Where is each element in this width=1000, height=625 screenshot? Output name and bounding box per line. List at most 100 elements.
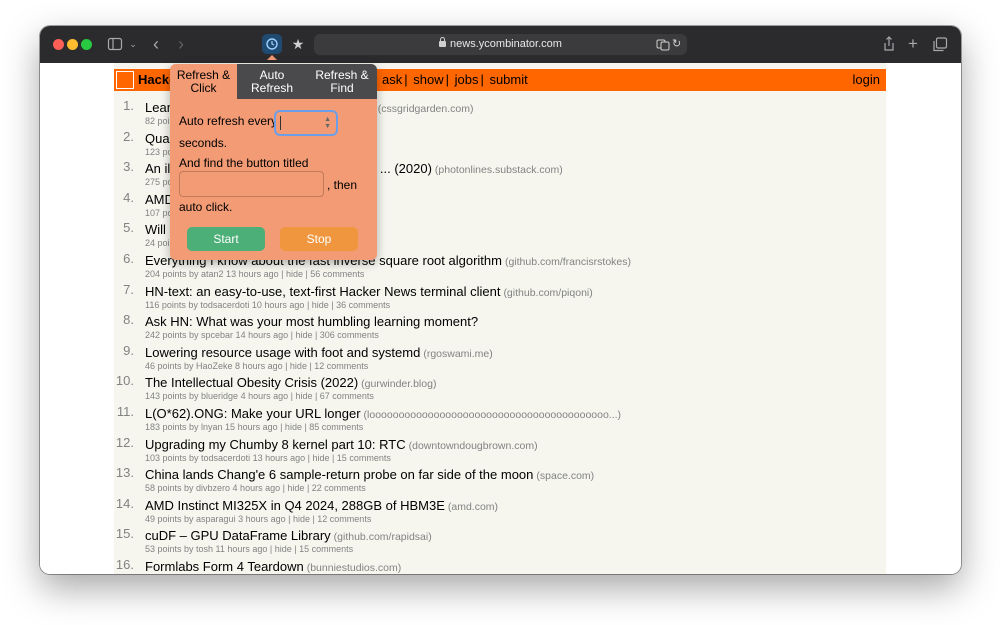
text-caret xyxy=(280,116,281,130)
story-site[interactable]: (photonlines.substack.com) xyxy=(435,164,563,176)
story-title-link[interactable]: L(O*62).ONG: Make your URL longer xyxy=(145,406,361,421)
popup-tabs: Refresh & Click Auto Refresh Refresh & F… xyxy=(170,64,377,99)
story-site[interactable]: (cssgridgarden.com) xyxy=(378,103,474,115)
story-title-line: HN-text: an easy-to-use, text-first Hack… xyxy=(145,284,593,301)
story-site[interactable]: (loooooooooooooooooooooooooooooooooooooo… xyxy=(364,409,622,421)
story-rank: 9. xyxy=(123,342,134,358)
story-title-line: Upgrading my Chumby 8 kernel part 10: RT… xyxy=(145,437,538,454)
story-title-link[interactable]: Ask HN: What was your most humbling lear… xyxy=(145,314,478,329)
story-rank: 11. xyxy=(116,404,134,419)
story-title-link[interactable]: cuDF – GPU DataFrame Library xyxy=(145,528,331,543)
story-rank: 8. xyxy=(123,312,134,328)
nav-jobs[interactable]: jobs xyxy=(455,72,479,87)
story-rank: 12. xyxy=(115,434,134,450)
story-title-link[interactable]: Formlabs Form 4 Teardown xyxy=(145,559,304,574)
translate-icon[interactable] xyxy=(656,34,670,63)
story-site[interactable]: (bunniestudios.com) xyxy=(307,562,402,574)
tab-refresh-find[interactable]: Refresh & Find xyxy=(307,64,377,99)
zoom-window-button[interactable] xyxy=(81,39,92,50)
chevron-down-icon[interactable]: ⌄ xyxy=(128,35,138,53)
tab-auto-refresh[interactable]: Auto Refresh xyxy=(237,64,307,99)
button-title-input[interactable] xyxy=(179,171,324,197)
story-title-line: cuDF – GPU DataFrame Library (github.com/… xyxy=(145,528,432,545)
address-bar[interactable]: news.ycombinator.com ↻ xyxy=(314,34,687,55)
story-title-link[interactable]: Lowering resource usage with foot and sy… xyxy=(145,345,420,360)
hn-nav: ask | show | jobs | submit xyxy=(382,72,528,87)
story-subtext[interactable]: 103 points by todsacerdoti 13 hours ago … xyxy=(145,453,391,464)
story-site[interactable]: (github.com/francisrstokes) xyxy=(505,256,631,268)
story-site[interactable]: (rgoswami.me) xyxy=(423,348,492,360)
story-site[interactable]: (space.com) xyxy=(536,470,594,482)
web-page: Hacker News ask| show| jobs| submit logi… xyxy=(40,63,961,574)
auto-click-label: auto click. xyxy=(179,200,233,214)
story-site[interactable]: (gurwinder.blog) xyxy=(361,378,436,390)
story-title-link[interactable]: HN-text: an easy-to-use, text-first Hack… xyxy=(145,284,500,299)
story-title-line: AMD Instinct MI325X in Q4 2024, 288GB of… xyxy=(145,498,498,515)
forward-icon[interactable]: › xyxy=(174,35,188,53)
share-icon[interactable] xyxy=(882,35,896,53)
story-row: 10. The Intellectual Obesity Crisis (2022… xyxy=(114,373,886,405)
story-rank: 3. xyxy=(123,159,134,175)
story-title-link[interactable]: China lands Chang'e 6 sample-return prob… xyxy=(145,467,533,482)
story-rank: 2. xyxy=(123,128,134,144)
star-icon[interactable]: ★ xyxy=(291,35,305,53)
story-subtext[interactable]: 49 points by asparagui 3 hours ago | hid… xyxy=(145,514,371,525)
nav-submit[interactable]: submit xyxy=(489,72,527,87)
story-subtext[interactable]: 143 points by blueridge 4 hours ago | hi… xyxy=(145,391,374,402)
hn-logo[interactable] xyxy=(116,71,134,89)
story-subtext[interactable]: 204 points by atan2 13 hours ago | hide … xyxy=(145,269,364,280)
story-title-line: Ask HN: What was your most humbling lear… xyxy=(145,314,481,331)
tab-refresh-click[interactable]: Refresh & Click xyxy=(170,64,237,99)
nav-ask[interactable]: ask xyxy=(382,72,402,87)
story-subtext[interactable]: 58 points by divbzero 4 hours ago | hide… xyxy=(145,483,366,494)
story-row: 11. L(O*62).ONG: Make your URL longer (loo… xyxy=(114,404,886,436)
seconds-label: seconds. xyxy=(179,136,228,150)
extension-icon[interactable] xyxy=(262,34,282,60)
nav-show[interactable]: show xyxy=(413,72,443,87)
story-rank: 5. xyxy=(123,220,134,236)
story-title-line: Formlabs Form 4 Teardown (bunniestudios.c… xyxy=(145,559,401,574)
story-row: 14. AMD Instinct MI325X in Q4 2024, 288GB… xyxy=(114,495,886,528)
then-label: , then xyxy=(327,178,358,192)
sidebar-icon[interactable] xyxy=(107,35,123,53)
story-rank: 4. xyxy=(123,189,134,205)
refresh-interval-input[interactable]: ▲ ▼ xyxy=(274,110,338,136)
login-link[interactable]: login xyxy=(853,72,880,88)
story-subtext[interactable]: 242 points by spcebar 14 hours ago | hid… xyxy=(145,330,379,341)
lock-icon xyxy=(439,37,447,47)
new-tab-icon[interactable]: + xyxy=(906,35,920,53)
story-rank: 7. xyxy=(123,281,134,297)
story-title-link[interactable]: The Intellectual Obesity Crisis (2022) xyxy=(145,375,358,390)
story-title-line: The Intellectual Obesity Crisis (2022) (g… xyxy=(145,375,436,392)
url-text: news.ycombinator.com xyxy=(450,38,562,50)
story-row: 16. Formlabs Form 4 Teardown (bunniestudio… xyxy=(114,557,886,574)
find-button-label: And find the button titled xyxy=(179,156,309,170)
story-subtext[interactable]: 183 points by lnyan 15 hours ago | hide … xyxy=(145,422,363,433)
story-title-link[interactable]: Upgrading my Chumby 8 kernel part 10: RT… xyxy=(145,437,406,452)
story-rank: 1. xyxy=(123,98,134,113)
story-title-link[interactable]: AMD Instinct MI325X in Q4 2024, 288GB of… xyxy=(145,498,445,513)
stepper-arrows-icon[interactable]: ▲ ▼ xyxy=(324,116,331,130)
story-subtext[interactable]: 53 points by tosh 11 hours ago | hide | … xyxy=(145,544,353,555)
story-subtext[interactable]: 116 points by todsacerdoti 10 hours ago … xyxy=(145,300,390,311)
minimize-window-button[interactable] xyxy=(67,39,78,50)
story-rank: 14. xyxy=(115,495,134,511)
story-row: 12. Upgrading my Chumby 8 kernel part 10:… xyxy=(114,434,886,467)
auto-refresh-popup: Refresh & Click Auto Refresh Refresh & F… xyxy=(170,64,377,260)
story-rank: 16. xyxy=(115,557,134,572)
story-site[interactable]: (github.com/rapidsai) xyxy=(334,531,432,543)
story-rank: 15. xyxy=(115,526,134,542)
tabs-overview-icon[interactable] xyxy=(932,35,948,53)
story-site[interactable]: (github.com/piqoni) xyxy=(503,287,592,299)
browser-window: ⌄ ‹ › ★ news.ycombinator.com ↻ + Hacker … xyxy=(40,26,961,574)
start-button[interactable]: Start xyxy=(187,227,265,251)
reload-icon[interactable]: ↻ xyxy=(672,34,681,55)
stop-button[interactable]: Stop xyxy=(280,227,358,251)
story-subtext[interactable]: 46 points by HaoZeke 8 hours ago | hide … xyxy=(145,361,368,372)
close-window-button[interactable] xyxy=(53,39,64,50)
story-rank: 13. xyxy=(115,465,134,481)
story-site[interactable]: (amd.com) xyxy=(448,501,498,513)
back-icon[interactable]: ‹ xyxy=(149,35,163,53)
story-site[interactable]: (downtowndougbrown.com) xyxy=(409,440,538,452)
story-row: 9. Lowering resource usage with foot and … xyxy=(114,342,886,375)
